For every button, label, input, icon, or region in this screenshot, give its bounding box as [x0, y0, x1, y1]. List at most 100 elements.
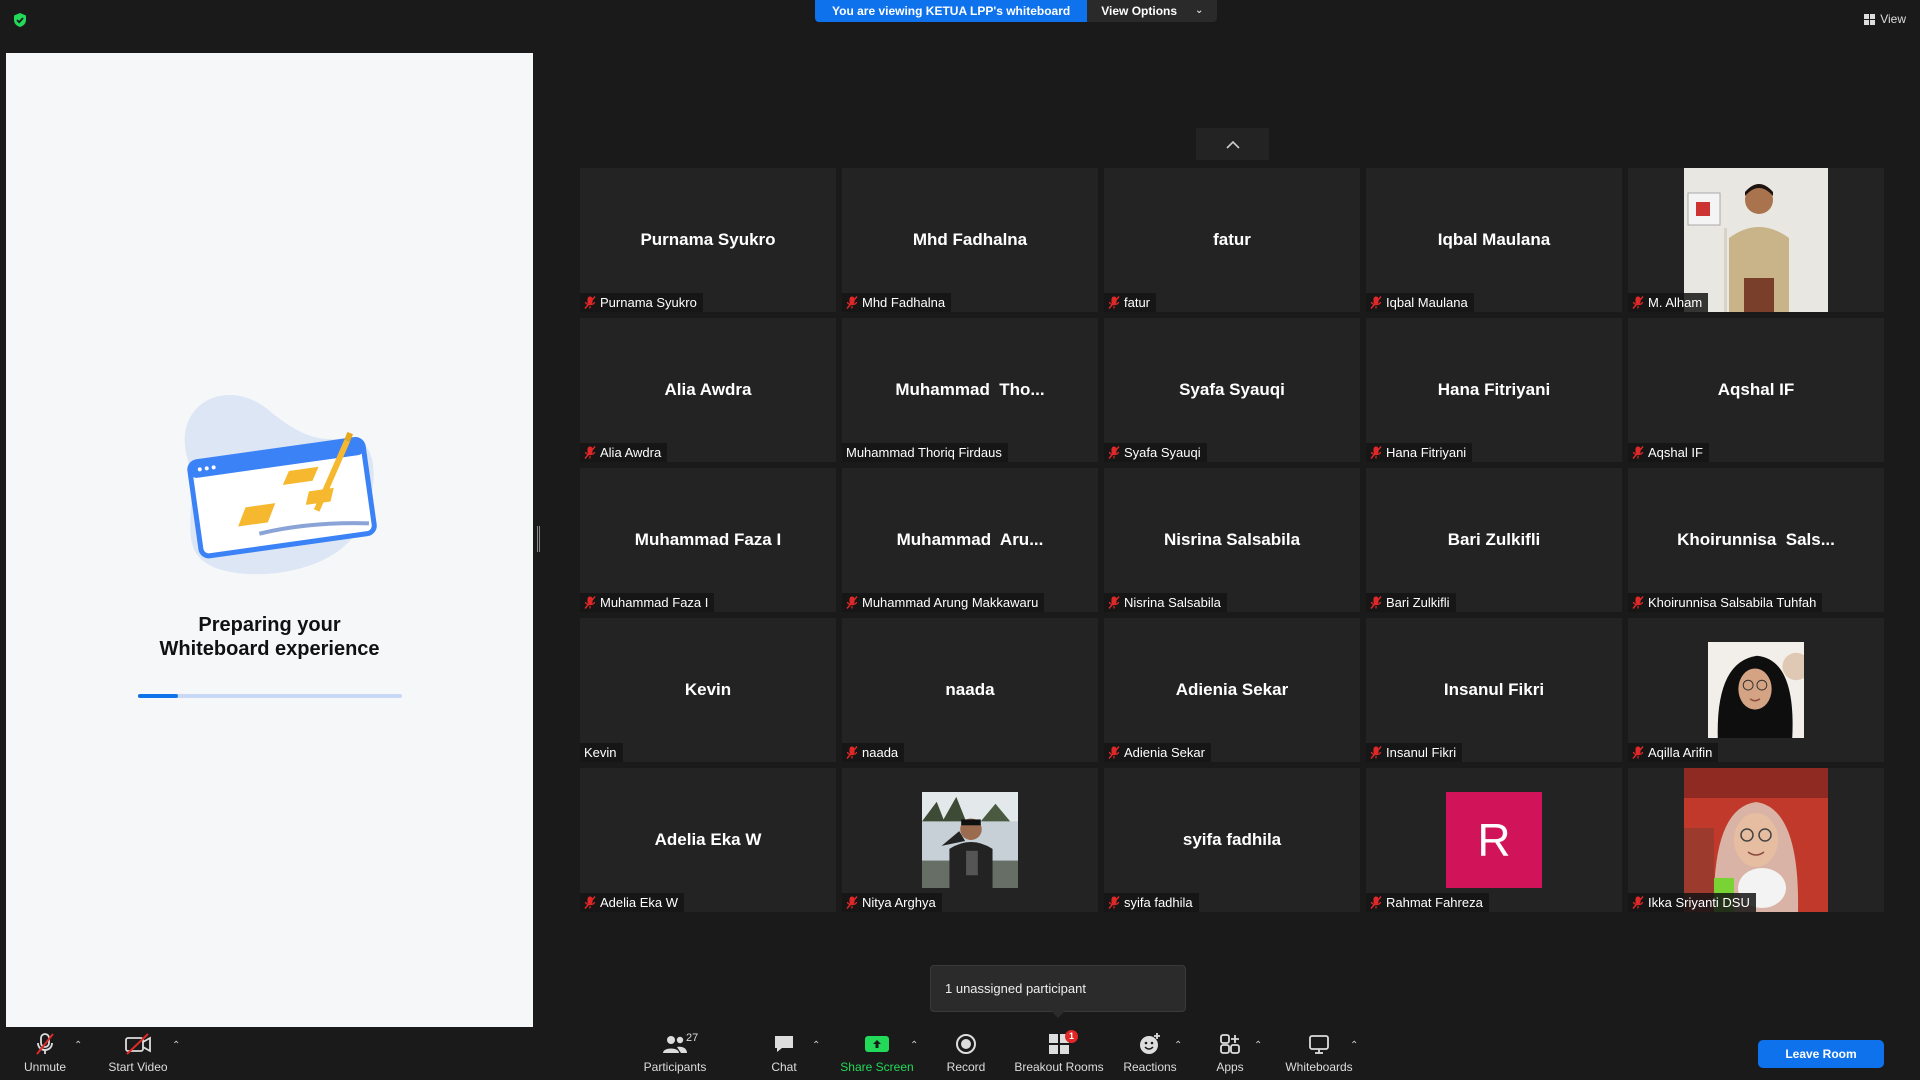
participant-name-text: Ikka Sriyanti DSU — [1648, 895, 1750, 910]
security-shield-icon[interactable] — [12, 12, 28, 28]
participant-name-text: syifa fadhila — [1124, 895, 1193, 910]
muted-mic-icon — [1108, 596, 1120, 609]
breakout-rooms-label: Breakout Rooms — [1014, 1060, 1104, 1074]
participant-name-text: Adienia Sekar — [1124, 745, 1205, 760]
participant-display-name: naada — [945, 680, 995, 699]
whiteboards-label: Whiteboards — [1285, 1060, 1353, 1074]
chevron-up-icon — [1225, 140, 1240, 149]
participant-name-text: Muhammad Arung Makkawaru — [862, 595, 1039, 610]
gallery-page-up-button[interactable] — [1196, 128, 1269, 160]
participant-tile[interactable]: Alia Awdra Alia Awdra — [580, 318, 836, 462]
participants-count: 27 — [686, 1032, 699, 1044]
participants-label: Participants — [643, 1060, 707, 1074]
participant-name-label: Iqbal Maulana — [1366, 293, 1474, 312]
unmute-button[interactable]: Unmute — [20, 1028, 70, 1080]
whiteboard-title-line2: Whiteboard experience — [159, 638, 380, 660]
participant-name-label: Adienia Sekar — [1104, 743, 1211, 762]
video-options-caret-icon[interactable]: ⌃ — [172, 1040, 180, 1051]
participant-name-text: Syafa Syauqi — [1124, 445, 1201, 460]
participant-tile[interactable]: fatur fatur — [1104, 168, 1360, 312]
participant-name-text: Khoirunnisa Salsabila Tuhfah — [1648, 595, 1817, 610]
leave-room-button[interactable]: Leave Room — [1758, 1040, 1884, 1068]
share-screen-button[interactable]: Share Screen — [838, 1028, 916, 1080]
participant-name-text: Rahmat Fahreza — [1386, 895, 1483, 910]
participant-name-text: Aqilla Arifin — [1648, 745, 1713, 760]
participant-name-label: Alia Awdra — [580, 443, 668, 462]
participant-tile[interactable]: Hana Fitriyani Hana Fitriyani — [1366, 318, 1622, 462]
participant-name-text: naada — [862, 745, 899, 760]
participant-name-label: Hana Fitriyani — [1366, 443, 1473, 462]
muted-mic-icon — [584, 896, 596, 909]
view-button[interactable]: View — [1864, 12, 1906, 26]
participant-tile[interactable]: Muhammad Faza I Muhammad Faza I — [580, 468, 836, 612]
participant-tile[interactable]: Aqshal IF Aqshal IF — [1628, 318, 1884, 462]
participant-name-label: Mhd Fadhalna — [842, 293, 952, 312]
participant-initial-avatar: R — [1446, 792, 1542, 888]
participant-tile[interactable]: Muhammad Tho... Muhammad Thoriq Firdaus — [842, 318, 1098, 462]
participant-name-label: Rahmat Fahreza — [1366, 893, 1489, 912]
participant-tile[interactable]: Bari Zulkifli Bari Zulkifli — [1366, 468, 1622, 612]
whiteboards-button[interactable]: Whiteboards — [1282, 1028, 1356, 1080]
audio-options-caret-icon[interactable]: ⌃ — [74, 1040, 82, 1051]
participant-tile[interactable]: Nisrina Salsabila Nisrina Salsabila — [1104, 468, 1360, 612]
participant-tile[interactable]: Aqilla Arifin — [1628, 618, 1884, 762]
chat-options-caret-icon[interactable]: ⌃ — [812, 1040, 820, 1051]
participant-name-text: Mhd Fadhalna — [862, 295, 946, 310]
reactions-icon — [1138, 1032, 1162, 1056]
viewing-whiteboard-label: You are viewing KETUA LPP's whiteboard — [815, 0, 1088, 22]
view-options-dropdown[interactable]: View Options ⌄ — [1087, 0, 1218, 22]
muted-mic-icon — [1370, 896, 1382, 909]
whiteboard-loading-title: Preparing your Whiteboard experience — [6, 613, 533, 661]
participant-tile[interactable]: naada naada — [842, 618, 1098, 762]
participant-tile[interactable]: syifa fadhila syifa fadhila — [1104, 768, 1360, 912]
share-options-caret-icon[interactable]: ⌃ — [910, 1040, 918, 1051]
participant-tile[interactable]: Insanul Fikri Insanul Fikri — [1366, 618, 1622, 762]
whiteboard-title-line1: Preparing your — [198, 614, 341, 636]
participant-display-name: Muhammad Tho... — [895, 380, 1045, 399]
record-button[interactable]: Record — [940, 1028, 992, 1080]
participant-tile[interactable]: Kevin Kevin — [580, 618, 836, 762]
participant-tile[interactable]: Mhd Fadhalna Mhd Fadhalna — [842, 168, 1098, 312]
muted-mic-icon — [584, 446, 596, 459]
chat-button[interactable]: Chat — [762, 1028, 806, 1080]
reactions-button[interactable]: Reactions — [1123, 1028, 1177, 1080]
muted-mic-icon — [1632, 896, 1644, 909]
muted-mic-icon — [1108, 296, 1120, 309]
participant-tile[interactable]: Muhammad Aru... Muhammad Arung Makkawaru — [842, 468, 1098, 612]
participant-name-text: Kevin — [584, 745, 617, 760]
participant-gallery: Purnama Syukro Purnama Syukro Mhd Fadhalna… — [580, 168, 1885, 913]
muted-mic-icon — [1108, 746, 1120, 759]
reactions-options-caret-icon[interactable]: ⌃ — [1174, 1040, 1182, 1051]
whiteboard-illustration-icon — [184, 395, 377, 575]
participant-tile[interactable]: R Rahmat Fahreza — [1366, 768, 1622, 912]
participant-tile[interactable]: Adienia Sekar Adienia Sekar — [1104, 618, 1360, 762]
participant-tile[interactable]: Ikka Sriyanti DSU — [1628, 768, 1884, 912]
breakout-rooms-button[interactable]: 1 Breakout Rooms — [1012, 1028, 1106, 1080]
muted-mic-icon — [1632, 296, 1644, 309]
participant-display-name: fatur — [1213, 230, 1251, 249]
split-divider-handle[interactable] — [537, 526, 540, 552]
participant-name-label: naada — [842, 743, 905, 762]
share-banner: You are viewing KETUA LPP's whiteboard V… — [815, 0, 1218, 22]
participants-icon: 27 — [662, 1032, 698, 1056]
participant-tile[interactable]: M. Alham — [1628, 168, 1884, 312]
muted-mic-icon — [1370, 746, 1382, 759]
apps-button[interactable]: Apps — [1210, 1028, 1250, 1080]
participant-tile[interactable]: Syafa Syauqi Syafa Syauqi — [1104, 318, 1360, 462]
participant-display-name: Khoirunnisa Sals... — [1677, 530, 1835, 549]
participant-tile[interactable]: Adelia Eka W Adelia Eka W — [580, 768, 836, 912]
participant-tile[interactable]: Purnama Syukro Purnama Syukro — [580, 168, 836, 312]
participant-tile[interactable]: Iqbal Maulana Iqbal Maulana — [1366, 168, 1622, 312]
start-video-label: Start Video — [108, 1060, 168, 1074]
participant-display-name: Alia Awdra — [664, 380, 752, 399]
participant-name-label: Muhammad Arung Makkawaru — [842, 593, 1045, 612]
whiteboards-options-caret-icon[interactable]: ⌃ — [1350, 1040, 1358, 1051]
participant-name-text: Purnama Syukro — [600, 295, 697, 310]
participants-button[interactable]: 27 Participants — [640, 1028, 710, 1080]
unassigned-participant-tooltip: 1 unassigned participant — [930, 965, 1186, 1018]
participant-name-label: Muhammad Faza I — [580, 593, 715, 612]
participant-tile[interactable]: Nitya Arghya — [842, 768, 1098, 912]
apps-options-caret-icon[interactable]: ⌃ — [1254, 1040, 1262, 1051]
start-video-button[interactable]: Start Video — [106, 1028, 170, 1080]
participant-tile[interactable]: Khoirunnisa Sals... Khoirunnisa Salsabila… — [1628, 468, 1884, 612]
